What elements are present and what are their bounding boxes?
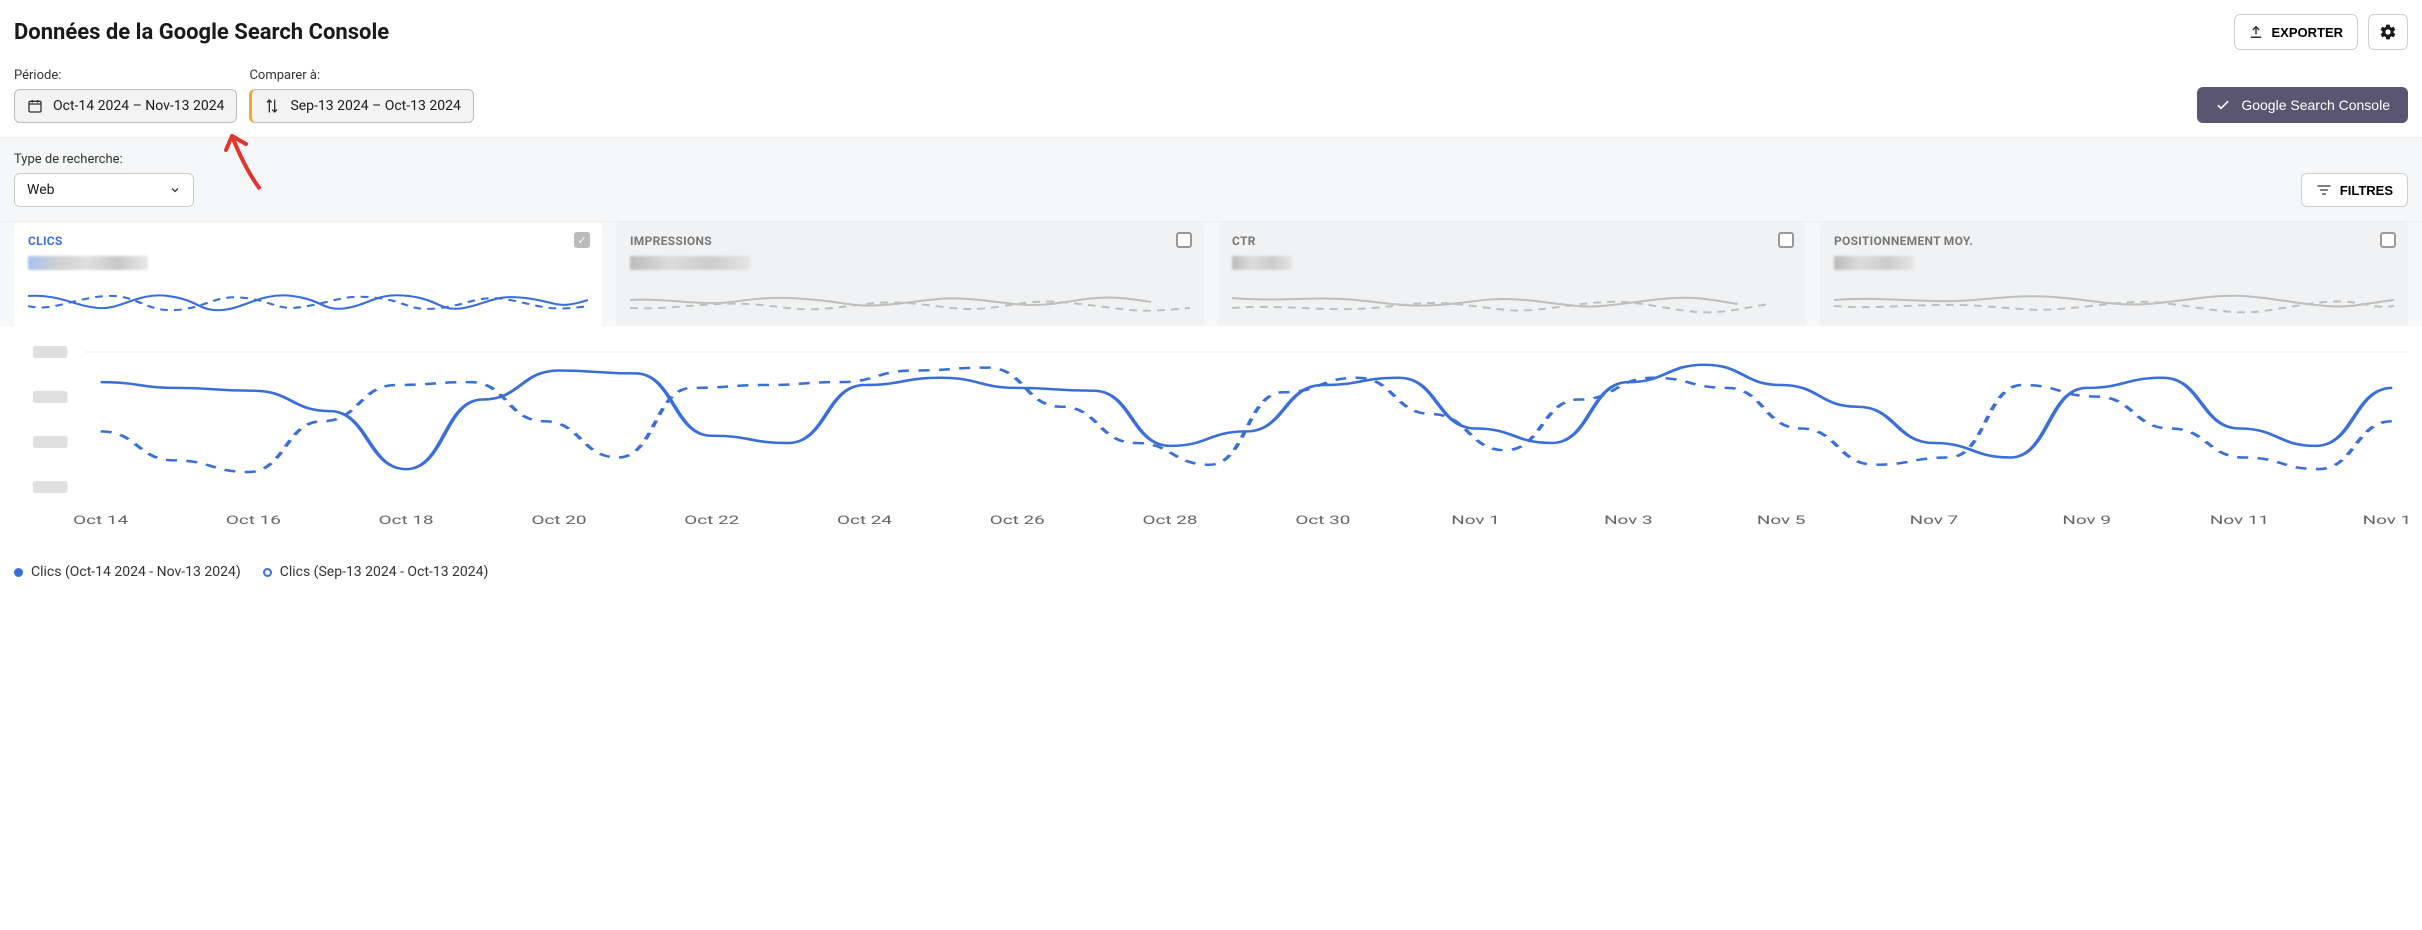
x-axis-label: Nov 13 bbox=[2363, 513, 2408, 527]
period-label: Période: bbox=[14, 68, 237, 83]
filter-icon bbox=[2316, 182, 2332, 198]
filters-button[interactable]: FILTRES bbox=[2301, 173, 2408, 207]
search-type-label: Type de recherche: bbox=[14, 152, 194, 167]
export-button[interactable]: EXPORTER bbox=[2234, 14, 2358, 50]
metric-card-ctr[interactable]: CTR bbox=[1218, 222, 1806, 326]
metric-card-impressions[interactable]: IMPRESSIONS bbox=[616, 222, 1204, 326]
sparkline-ctr bbox=[1232, 286, 1792, 318]
settings-button[interactable] bbox=[2368, 14, 2408, 50]
x-axis-label: Oct 20 bbox=[531, 513, 586, 527]
redacted-value bbox=[630, 256, 750, 270]
x-axis-label: Oct 26 bbox=[990, 513, 1045, 527]
compare-picker[interactable]: Sep-13 2024 – Oct-13 2024 bbox=[249, 89, 473, 123]
legend-dot-hollow-icon bbox=[263, 568, 272, 577]
sparkline-clics bbox=[28, 286, 588, 318]
checkbox-icon[interactable] bbox=[1176, 232, 1192, 248]
x-axis-label: Nov 3 bbox=[1604, 513, 1653, 527]
x-axis-label: Oct 28 bbox=[1143, 513, 1198, 527]
sparkline-impressions bbox=[630, 286, 1190, 318]
x-axis-label: Nov 9 bbox=[2062, 513, 2111, 527]
metric-title-position: POSITIONNEMENT MOY. bbox=[1834, 234, 2394, 248]
x-axis-label: Nov 1 bbox=[1451, 513, 1500, 527]
legend-dot-solid-icon bbox=[14, 568, 23, 577]
upload-icon bbox=[2249, 25, 2263, 39]
redacted-value bbox=[1834, 256, 1914, 270]
redacted-value bbox=[1232, 256, 1292, 270]
x-axis-label: Oct 16 bbox=[226, 513, 281, 527]
x-axis-label: Nov 7 bbox=[1910, 513, 1959, 527]
metric-title-impressions: IMPRESSIONS bbox=[630, 234, 1190, 248]
gsc-button-label: Google Search Console bbox=[2241, 97, 2390, 113]
checkbox-icon[interactable] bbox=[2380, 232, 2396, 248]
metric-title-ctr: CTR bbox=[1232, 234, 1792, 248]
gear-icon bbox=[2379, 23, 2397, 41]
x-axis-label: Nov 5 bbox=[1757, 513, 1806, 527]
google-search-console-button[interactable]: Google Search Console bbox=[2197, 87, 2408, 123]
search-type-select[interactable]: Web bbox=[14, 173, 194, 207]
x-axis-label: Oct 30 bbox=[1295, 513, 1350, 527]
main-line-chart: Oct 14 Oct 16 Oct 18 Oct 20 Oct 22 Oct 24 Oct … bbox=[14, 336, 2408, 536]
checkbox-checked-icon[interactable] bbox=[574, 232, 590, 248]
period-picker[interactable]: Oct-14 2024 – Nov-13 2024 bbox=[14, 89, 237, 123]
compare-arrows-icon bbox=[264, 98, 280, 114]
filters-label: FILTRES bbox=[2340, 183, 2393, 198]
metric-card-position[interactable]: POSITIONNEMENT MOY. bbox=[1820, 222, 2408, 326]
x-axis-label: Nov 11 bbox=[2210, 513, 2269, 527]
x-axis-label: Oct 24 bbox=[837, 513, 892, 527]
page-title: Données de la Google Search Console bbox=[14, 20, 389, 45]
metric-card-clics[interactable]: CLICS bbox=[14, 222, 602, 326]
legend-current-label: Clics (Oct-14 2024 - Nov-13 2024) bbox=[31, 564, 241, 580]
sparkline-position bbox=[1834, 286, 2394, 318]
export-label: EXPORTER bbox=[2271, 25, 2343, 40]
legend-compare-label: Clics (Sep-13 2024 - Oct-13 2024) bbox=[280, 564, 489, 580]
check-icon bbox=[2215, 97, 2231, 113]
redacted-value bbox=[28, 256, 148, 270]
chevron-down-icon bbox=[169, 184, 181, 196]
calendar-icon bbox=[27, 98, 43, 114]
x-axis-label: Oct 22 bbox=[684, 513, 739, 527]
metric-title-clics: CLICS bbox=[28, 234, 588, 248]
compare-label: Comparer à: bbox=[249, 68, 473, 83]
period-value: Oct-14 2024 – Nov-13 2024 bbox=[53, 98, 224, 114]
checkbox-icon[interactable] bbox=[1778, 232, 1794, 248]
search-type-value: Web bbox=[27, 182, 55, 198]
x-axis-label: Oct 18 bbox=[379, 513, 434, 527]
legend-compare: Clics (Sep-13 2024 - Oct-13 2024) bbox=[263, 564, 489, 580]
compare-value: Sep-13 2024 – Oct-13 2024 bbox=[290, 98, 460, 114]
x-axis-label: Oct 14 bbox=[73, 513, 128, 527]
legend-current: Clics (Oct-14 2024 - Nov-13 2024) bbox=[14, 564, 241, 580]
